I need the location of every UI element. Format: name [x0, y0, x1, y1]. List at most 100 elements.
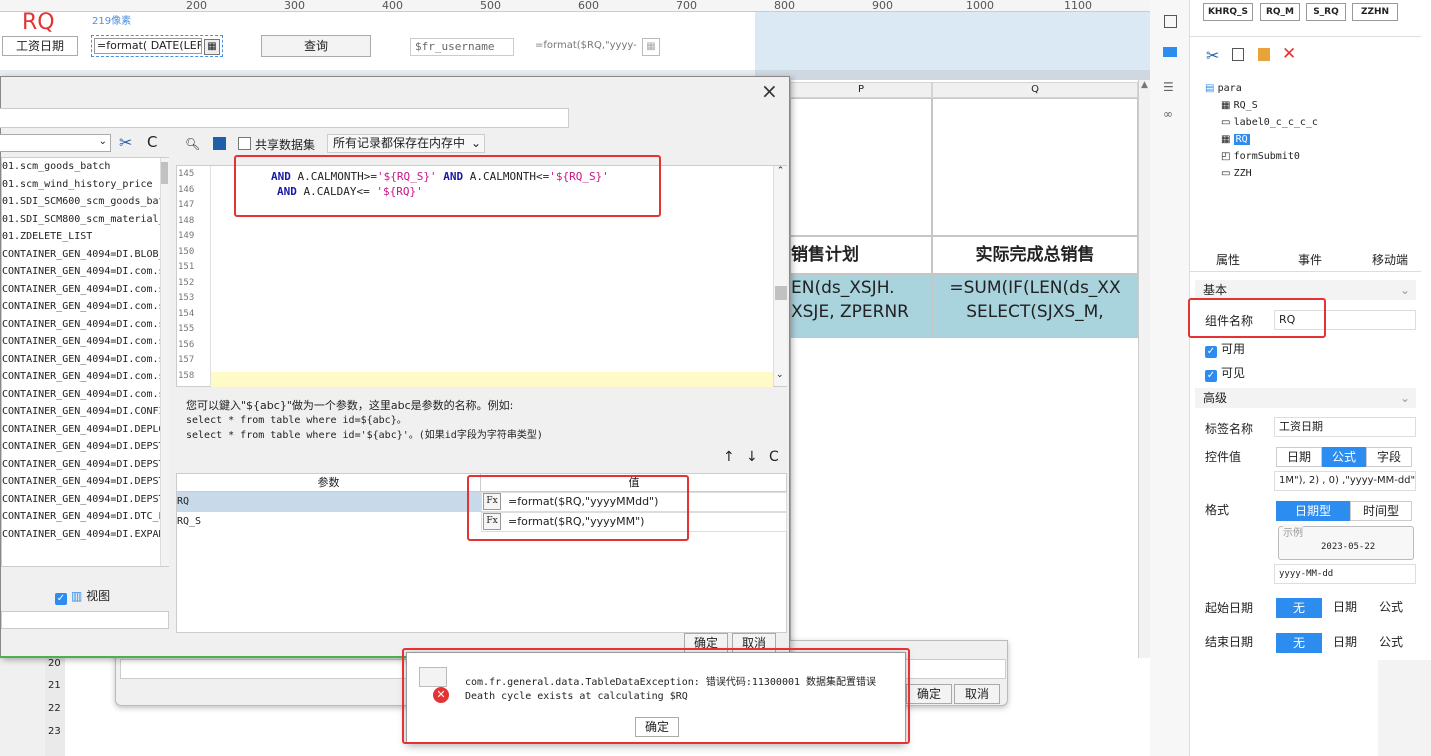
- list-item[interactable]: CONTAINER_GEN_4094=DI.DEPST: [2, 491, 160, 508]
- tree-item[interactable]: ◰ formSubmit0: [1205, 148, 1420, 165]
- header-actual-sales[interactable]: 实际完成总销售: [932, 236, 1138, 274]
- tab-events[interactable]: 事件: [1298, 251, 1322, 268]
- date-widget[interactable]: =format( DATE(LEF: [94, 38, 202, 54]
- end-option-date[interactable]: 日期: [1322, 633, 1368, 653]
- column-header-p[interactable]: P: [790, 82, 932, 98]
- memory-mode-select[interactable]: 所有记录都保存在内存中 ⌄: [327, 134, 485, 153]
- visible-checkbox[interactable]: ✓ 可见: [1205, 364, 1245, 382]
- cv-option-date[interactable]: 日期: [1276, 447, 1322, 467]
- start-option-formula[interactable]: 公式: [1368, 598, 1414, 618]
- list-item[interactable]: CONTAINER_GEN_4094=DI.com.s: [2, 281, 160, 298]
- tab-properties[interactable]: 属性: [1216, 251, 1240, 268]
- format-pattern-input[interactable]: yyyy-MM-dd: [1274, 564, 1416, 584]
- dataset-name-input[interactable]: [0, 108, 569, 128]
- format-widget[interactable]: =format($RQ,"yyyy-: [535, 38, 639, 56]
- end-option-formula[interactable]: 公式: [1368, 633, 1414, 653]
- list-item[interactable]: CONTAINER_GEN_4094=DI.com.s: [2, 351, 160, 368]
- username-widget[interactable]: $fr_username: [410, 38, 514, 56]
- param-tag[interactable]: S_RQ: [1306, 3, 1346, 21]
- query-button[interactable]: 查询: [261, 35, 371, 57]
- cv-option-formula[interactable]: 公式: [1322, 447, 1366, 467]
- sheet-cell[interactable]: [932, 98, 1138, 236]
- list-item[interactable]: 01.SDI_SCM800_scm_material_: [2, 211, 160, 228]
- list-item[interactable]: CONTAINER_GEN_4094=DI.com.s: [2, 333, 160, 350]
- label-name-input[interactable]: 工资日期: [1274, 417, 1416, 437]
- chevron-down-icon[interactable]: ⌄: [776, 370, 784, 380]
- list-item[interactable]: CONTAINER_GEN_4094=DI.EXPAN: [2, 526, 160, 543]
- list-item[interactable]: CONTAINER_GEN_4094=DI.DEPST: [2, 456, 160, 473]
- list-item[interactable]: CONTAINER_GEN_4094=DI.DEPST: [2, 473, 160, 490]
- list-item[interactable]: CONTAINER_GEN_4094=DI.BLOB_: [2, 246, 160, 263]
- list-item[interactable]: CONTAINER_GEN_4094=DI.DEPLO: [2, 421, 160, 438]
- param-tag[interactable]: KHRQ_S: [1203, 3, 1253, 21]
- list-item[interactable]: CONTAINER_GEN_4094=DI.com.s: [2, 368, 160, 385]
- checkbox-checked-icon[interactable]: ✓: [55, 593, 67, 605]
- tree-item-para[interactable]: ▤ para: [1205, 80, 1420, 97]
- tree-item[interactable]: ▭ ZZH: [1205, 165, 1420, 182]
- param-name-cell[interactable]: RQ_S: [177, 512, 481, 532]
- chevron-up-icon[interactable]: ⌃: [774, 166, 787, 176]
- start-option-date[interactable]: 日期: [1322, 598, 1368, 618]
- delete-icon[interactable]: ✕: [1282, 44, 1296, 64]
- frame-icon[interactable]: [1164, 15, 1177, 28]
- arrow-down-icon[interactable]: ↓: [746, 449, 758, 465]
- end-option-none[interactable]: 无: [1276, 633, 1322, 653]
- tree-item[interactable]: ▦ RQ_S: [1205, 97, 1420, 114]
- sheet-scrollbar[interactable]: ▲: [1138, 80, 1150, 660]
- scrollbar-thumb[interactable]: [161, 162, 168, 184]
- param-tag[interactable]: RQ_M: [1260, 3, 1300, 21]
- list-item[interactable]: CONTAINER_GEN_4094=DI.DTC_L: [2, 508, 160, 525]
- list-item[interactable]: CONTAINER_GEN_4094=DI.DEPST: [2, 438, 160, 455]
- link-icon[interactable]: ∞: [1163, 107, 1173, 121]
- column-header-q[interactable]: Q: [932, 82, 1138, 98]
- paste-icon[interactable]: [1258, 48, 1270, 61]
- list-item[interactable]: 01.ZDELETE_LIST: [2, 228, 160, 245]
- underlying-cancel-button[interactable]: 取消: [954, 684, 1000, 704]
- tab-mobile[interactable]: 移动端: [1372, 251, 1408, 268]
- list-item[interactable]: CONTAINER_GEN_4094=DI.com.s: [2, 263, 160, 280]
- widget-icon[interactable]: [1163, 47, 1177, 57]
- format-option-date[interactable]: 日期型: [1276, 501, 1350, 521]
- list-scrollbar[interactable]: [160, 158, 169, 566]
- view-option[interactable]: ✓ ▥ 视图: [55, 587, 110, 605]
- chevron-up-icon[interactable]: ▲: [1139, 80, 1150, 90]
- calendar-icon[interactable]: ▦: [204, 39, 220, 55]
- tree-item[interactable]: ▭ label0_c_c_c_c: [1205, 114, 1420, 131]
- tools-icon[interactable]: ✂: [119, 133, 132, 152]
- start-option-none[interactable]: 无: [1276, 598, 1322, 618]
- calendar-icon[interactable]: ▦: [642, 38, 660, 56]
- list-item[interactable]: 01.SDI_SCM600_scm_goods_bat: [2, 193, 160, 210]
- formula-cell-p[interactable]: EN(ds_XSJH. XSJE, ZPERNR: [790, 274, 932, 338]
- list-item[interactable]: CONTAINER_GEN_4094=DI.com.s: [2, 298, 160, 315]
- refresh-icon[interactable]: C: [769, 449, 779, 465]
- preview-icon[interactable]: 🔍︎: [185, 137, 200, 151]
- list-item[interactable]: CONTAINER_GEN_4094=DI.com.s: [2, 386, 160, 403]
- enabled-checkbox[interactable]: ✓ 可用: [1205, 340, 1245, 358]
- list-icon[interactable]: ☰: [1163, 80, 1174, 94]
- cv-formula-input[interactable]: 1M"), 2) , 0) ,"yyyy-MM-dd"): [1274, 471, 1416, 491]
- underlying-ok-button[interactable]: 确定: [906, 684, 952, 704]
- close-icon[interactable]: ×: [761, 79, 778, 103]
- arrow-up-icon[interactable]: ↑: [723, 449, 735, 465]
- salary-date-label[interactable]: 工资日期: [2, 36, 78, 56]
- dataset-list[interactable]: 01.scm_goods_batch 01.scm_wind_history_p…: [1, 157, 169, 567]
- list-item[interactable]: 01.scm_wind_history_price: [2, 176, 160, 193]
- scrollbar-thumb[interactable]: [775, 286, 787, 300]
- copy-icon[interactable]: [1232, 48, 1244, 61]
- list-item[interactable]: CONTAINER_GEN_4094=DI.CONFI: [2, 403, 160, 420]
- save-icon[interactable]: [213, 137, 226, 150]
- editor-scrollbar[interactable]: ⌃ ⌄: [773, 166, 787, 386]
- formula-cell-q[interactable]: =SUM(IF(LEN(ds_XX SELECT(SJXS_M,: [932, 274, 1138, 338]
- section-advanced[interactable]: 高级 ⌄: [1195, 388, 1416, 408]
- section-basic[interactable]: 基本 ⌄: [1195, 280, 1416, 300]
- refresh-icon[interactable]: C: [147, 133, 157, 151]
- connection-select[interactable]: ⌄: [0, 134, 111, 152]
- format-option-time[interactable]: 时间型: [1350, 501, 1412, 521]
- list-item[interactable]: CONTAINER_GEN_4094=DI.com.s: [2, 316, 160, 333]
- list-item[interactable]: 01.scm_goods_batch: [2, 158, 160, 175]
- search-input[interactable]: [1, 611, 169, 629]
- header-sales-plan[interactable]: 销售计划: [790, 236, 932, 274]
- cv-option-field[interactable]: 字段: [1366, 447, 1412, 467]
- share-checkbox[interactable]: [238, 137, 251, 150]
- cut-icon[interactable]: ✂: [1206, 46, 1219, 65]
